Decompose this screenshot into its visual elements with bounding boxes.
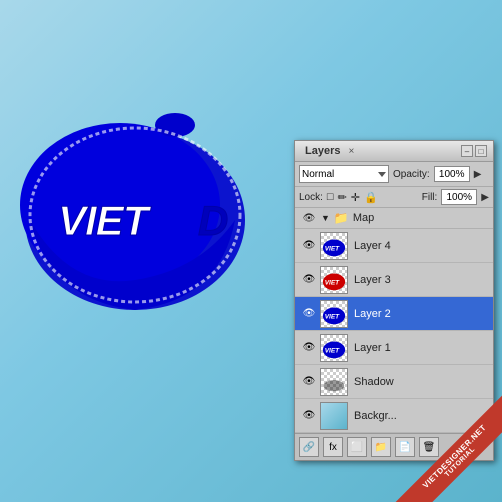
layer3-name: Layer 3 xyxy=(354,274,391,286)
bg-eye[interactable]: 👁 xyxy=(302,409,316,423)
layer1-eye[interactable]: 👁 xyxy=(302,341,316,355)
layer3-eye[interactable]: 👁 xyxy=(302,273,316,287)
lock-brush-icon[interactable]: ✏ xyxy=(338,191,347,204)
lock-transparent-icon[interactable]: □ xyxy=(327,191,334,203)
folder-icon: 📁 xyxy=(334,211,349,225)
maximize-button[interactable]: □ xyxy=(475,145,487,157)
opacity-arrow[interactable]: ▶ xyxy=(474,169,482,180)
shadow-eye[interactable]: 👁 xyxy=(302,375,316,389)
svg-text:VIET: VIET xyxy=(325,279,340,286)
layer-item[interactable]: 👁 VIET Layer 4 xyxy=(295,229,493,263)
fx-button[interactable]: fx xyxy=(323,437,343,457)
blend-mode-select[interactable]: Normal Dissolve Multiply Screen xyxy=(299,165,389,183)
layer4-thumb: VIET xyxy=(320,232,348,260)
layer3-thumb: VIET xyxy=(320,266,348,294)
lock-move-icon[interactable]: ✛ xyxy=(351,191,360,204)
lock-label: Lock: xyxy=(299,192,323,203)
layer4-name: Layer 4 xyxy=(354,240,391,252)
lock-all-icon[interactable]: 🔒 xyxy=(364,191,378,204)
layers-tab-label[interactable]: Layers xyxy=(301,144,344,158)
layer2-thumb: VIET xyxy=(320,300,348,328)
link-layers-button[interactable]: 🔗 xyxy=(299,437,319,457)
panel-title-tabs: Layers × xyxy=(301,144,354,158)
shadow-thumb xyxy=(320,368,348,396)
fill-label: Fill: xyxy=(422,192,438,203)
blend-mode-row: Normal Dissolve Multiply Screen Opacity:… xyxy=(295,162,493,187)
fill-input[interactable] xyxy=(441,189,477,205)
viet-logo: VIET D xyxy=(20,60,280,340)
watermark-container: VIETDESIGNER.NET TUTORIAL xyxy=(362,362,502,502)
svg-text:VIET: VIET xyxy=(58,197,152,244)
layer2-name: Layer 2 xyxy=(354,308,391,320)
svg-text:VIET: VIET xyxy=(325,347,340,354)
panel-controls: – □ xyxy=(461,145,487,157)
opacity-label: Opacity: xyxy=(393,169,430,180)
svg-text:VIET: VIET xyxy=(325,313,340,320)
layer-item-selected[interactable]: 👁 VIET Layer 2 xyxy=(295,297,493,331)
lock-row: Lock: □ ✏ ✛ 🔒 Fill: ▶ xyxy=(295,187,493,208)
group-expand-icon[interactable]: ▼ xyxy=(321,213,330,223)
opacity-input[interactable] xyxy=(434,166,470,182)
layers-tab-close[interactable]: × xyxy=(348,146,354,157)
svg-text:D: D xyxy=(198,197,228,244)
layer1-thumb: VIET xyxy=(320,334,348,362)
group-name: Map xyxy=(353,212,374,224)
layer2-eye[interactable]: 👁 xyxy=(302,307,316,321)
watermark-ribbon: VIETDESIGNER.NET TUTORIAL xyxy=(391,393,502,502)
svg-text:VIET: VIET xyxy=(325,245,340,252)
layer1-name: Layer 1 xyxy=(354,342,391,354)
layer4-eye[interactable]: 👁 xyxy=(302,239,316,253)
fill-arrow[interactable]: ▶ xyxy=(481,192,489,203)
group-eye-icon[interactable]: 👁 xyxy=(302,211,316,225)
layer-group-header[interactable]: 👁 ▼ 📁 Map xyxy=(295,208,493,229)
panel-titlebar: Layers × – □ xyxy=(295,141,493,162)
watermark-line1: VIETDESIGNER.NET xyxy=(395,397,502,502)
minimize-button[interactable]: – xyxy=(461,145,473,157)
layer-item[interactable]: 👁 VIET Layer 1 xyxy=(295,331,493,365)
layer-item[interactable]: 👁 VIET Layer 3 xyxy=(295,263,493,297)
bg-thumb xyxy=(320,402,348,430)
